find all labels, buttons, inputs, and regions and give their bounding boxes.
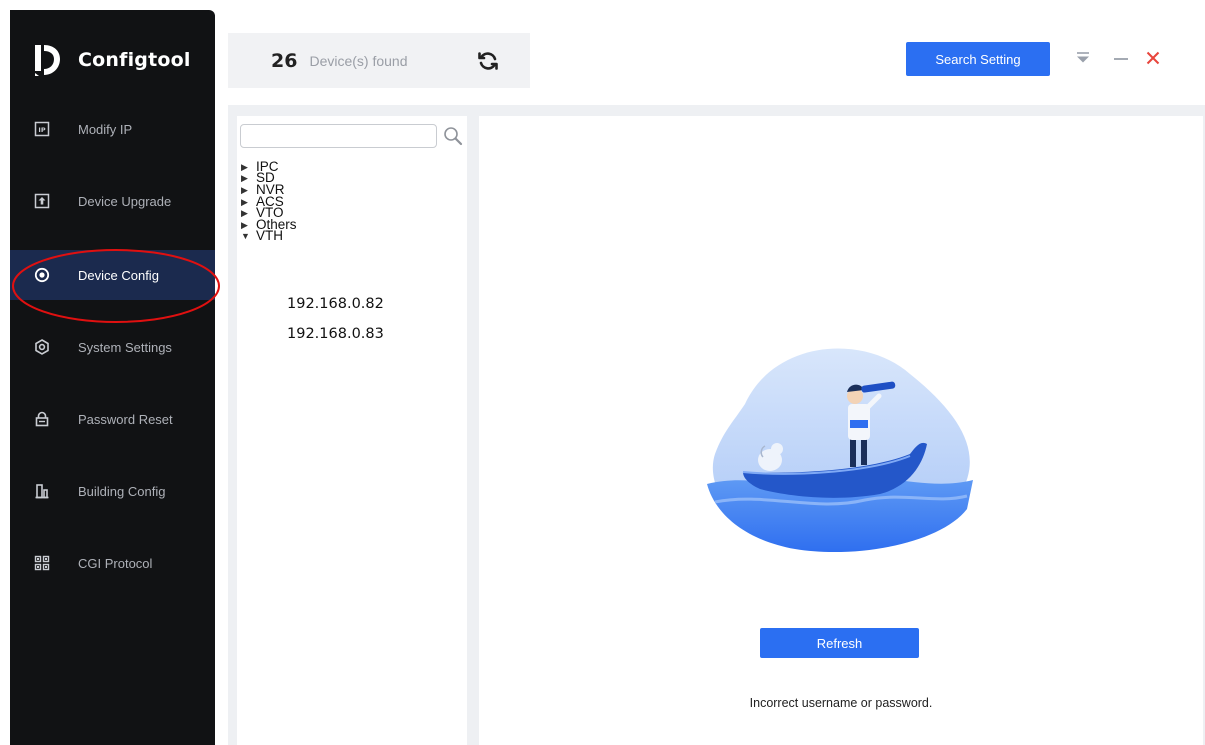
caret-right-icon: ▶ bbox=[241, 161, 248, 172]
tree-device-item[interactable]: 192.168.0.83 bbox=[287, 326, 384, 342]
svg-text:IP: IP bbox=[38, 126, 45, 134]
device-count-panel: 26 Device(s) found bbox=[228, 33, 530, 88]
sidebar-item-device-upgrade[interactable]: Device Upgrade bbox=[10, 176, 215, 226]
caret-right-icon: ▶ bbox=[241, 196, 248, 207]
building-icon bbox=[32, 481, 52, 501]
device-search-input[interactable] bbox=[240, 124, 437, 148]
ip-icon: IP bbox=[32, 119, 52, 139]
refresh-icon[interactable] bbox=[476, 49, 500, 73]
sidebar-item-label: Modify IP bbox=[78, 121, 133, 137]
sidebar-item-system-settings[interactable]: System Settings bbox=[10, 322, 215, 372]
caret-right-icon: ▶ bbox=[241, 219, 248, 230]
sidebar-item-building-config[interactable]: Building Config bbox=[10, 466, 215, 516]
sidebar-item-label: Device Config bbox=[78, 267, 159, 283]
device-tree-panel: ▶ IPC ▶ SD ▶ NVR ▶ ACS ▶ VTO ▶ Others ▼ VTH 192… bbox=[237, 116, 467, 745]
caret-right-icon: ▶ bbox=[241, 184, 248, 195]
sidebar-item-label: Password Reset bbox=[78, 411, 173, 427]
sidebar-item-cgi-protocol[interactable]: CGI Protocol bbox=[10, 538, 215, 588]
qr-grid-icon bbox=[32, 553, 52, 573]
sidebar-item-label: System Settings bbox=[78, 339, 172, 355]
boat-explorer-illustration bbox=[707, 348, 973, 553]
tree-node-label: VTH bbox=[256, 228, 283, 244]
target-icon bbox=[32, 265, 52, 285]
search-icon[interactable] bbox=[442, 125, 464, 147]
sidebar-item-label: Device Upgrade bbox=[78, 193, 172, 209]
search-setting-button[interactable]: Search Setting bbox=[906, 42, 1050, 76]
sidebar-item-modify-ip[interactable]: IP Modify IP bbox=[10, 104, 215, 154]
minimize-icon[interactable] bbox=[1111, 48, 1131, 68]
sidebar: Configtool IP Modify IP Device Upgrade D… bbox=[10, 10, 215, 745]
app-name: Configtool bbox=[78, 49, 191, 71]
sidebar-item-label: CGI Protocol bbox=[78, 555, 153, 571]
tree-device-item[interactable]: 192.168.0.82 bbox=[287, 296, 384, 312]
tree-node-vth[interactable]: ▼ VTH bbox=[241, 228, 297, 244]
device-tree: ▶ IPC ▶ SD ▶ NVR ▶ ACS ▶ VTO ▶ Others ▼ VTH bbox=[241, 160, 297, 244]
sidebar-item-password-reset[interactable]: Password Reset bbox=[10, 394, 215, 444]
sidebar-item-label: Building Config bbox=[78, 483, 166, 499]
caret-right-icon: ▶ bbox=[241, 173, 248, 184]
configtool-logo-icon bbox=[35, 45, 60, 76]
device-config-panel: Refresh Incorrect username or password. bbox=[479, 116, 1203, 745]
sidebar-item-device-config[interactable]: Device Config bbox=[10, 250, 215, 300]
brand: Configtool bbox=[32, 40, 191, 80]
device-count: 26 bbox=[271, 49, 298, 72]
close-icon[interactable] bbox=[1143, 48, 1163, 68]
upload-icon bbox=[32, 191, 52, 211]
caret-down-icon: ▼ bbox=[241, 231, 250, 242]
dropdown-menu-icon[interactable] bbox=[1073, 48, 1093, 68]
caret-right-icon: ▶ bbox=[241, 208, 248, 219]
status-message: Incorrect username or password. bbox=[749, 696, 933, 710]
device-count-label: Device(s) found bbox=[309, 52, 408, 69]
lock-icon bbox=[32, 409, 52, 429]
refresh-button[interactable]: Refresh bbox=[760, 628, 919, 658]
hexagon-settings-icon bbox=[32, 337, 52, 357]
